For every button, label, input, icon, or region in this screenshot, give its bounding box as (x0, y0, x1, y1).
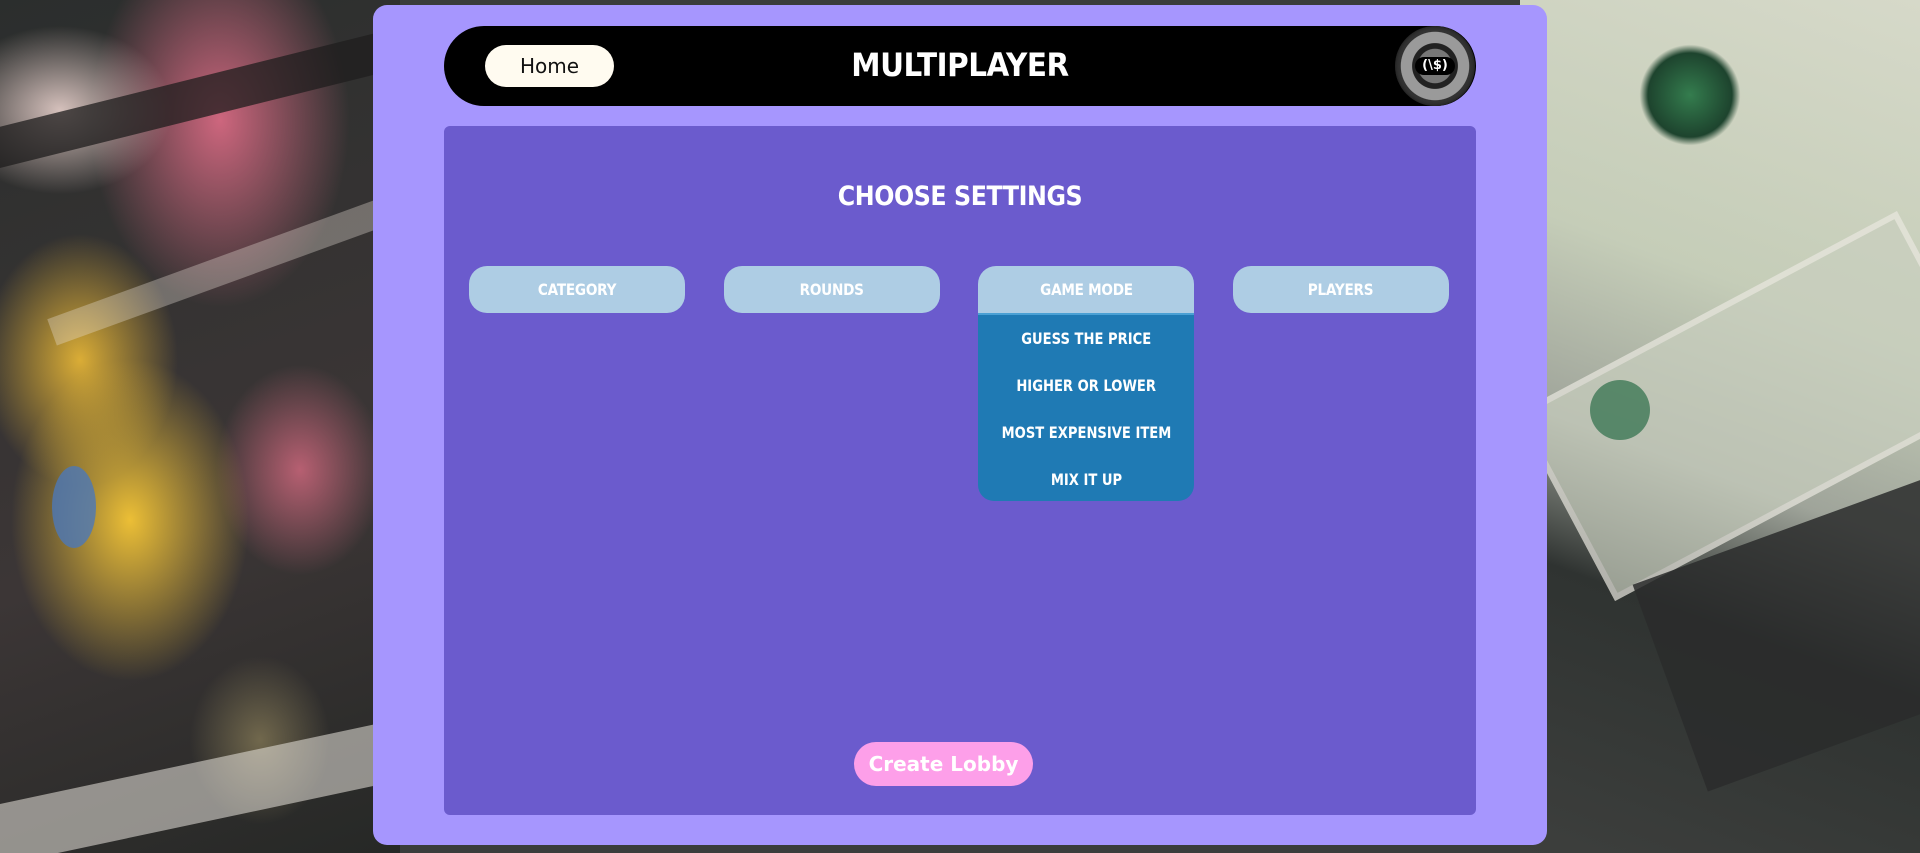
page-title: MULTIPLAYER (851, 46, 1069, 84)
players-button-label: PLAYERS (1308, 280, 1374, 299)
game-mode-button-label: GAME MODE (1039, 280, 1133, 299)
game-mode-dropdown: GUESS THE PRICE HIGHER OR LOWER MOST EXP… (978, 313, 1194, 501)
game-mode-option-higher-or-lower[interactable]: HIGHER OR LOWER (978, 364, 1194, 411)
background-right-dollar-bills (1515, 0, 1920, 853)
game-mode-option-guess-the-price[interactable]: GUESS THE PRICE (978, 317, 1194, 364)
category-button[interactable]: CATEGORY (469, 266, 685, 313)
game-mode-option-most-expensive-item[interactable]: MOST EXPENSIVE ITEM (978, 411, 1194, 458)
option-label: HIGHER OR LOWER (1016, 376, 1156, 395)
rounds-button-label: ROUNDS (799, 280, 865, 299)
background-left-collage (0, 0, 442, 853)
main-card: Home MULTIPLAYER (\$) CHOOSE SETTINGS CA… (373, 5, 1547, 845)
top-nav-bar: Home MULTIPLAYER (\$) (444, 26, 1476, 106)
dollar-sign-icon: (\$) (1415, 57, 1455, 75)
settings-heading: CHOOSE SETTINGS (837, 181, 1083, 212)
game-mode-option-mix-it-up[interactable]: MIX IT UP (978, 458, 1194, 505)
create-lobby-button[interactable]: Create Lobby (854, 742, 1033, 786)
option-label: GUESS THE PRICE (1021, 329, 1151, 348)
settings-panel: CHOOSE SETTINGS CATEGORY ROUNDS GAME MOD… (444, 126, 1476, 815)
option-label: MIX IT UP (1050, 470, 1122, 489)
players-button[interactable]: PLAYERS (1233, 266, 1449, 313)
category-button-label: CATEGORY (537, 280, 617, 299)
game-mode-button[interactable]: GAME MODE (978, 266, 1194, 313)
dollar-coin-logo-icon[interactable]: (\$) (1395, 26, 1475, 106)
rounds-button[interactable]: ROUNDS (724, 266, 940, 313)
option-label: MOST EXPENSIVE ITEM (1001, 423, 1171, 442)
